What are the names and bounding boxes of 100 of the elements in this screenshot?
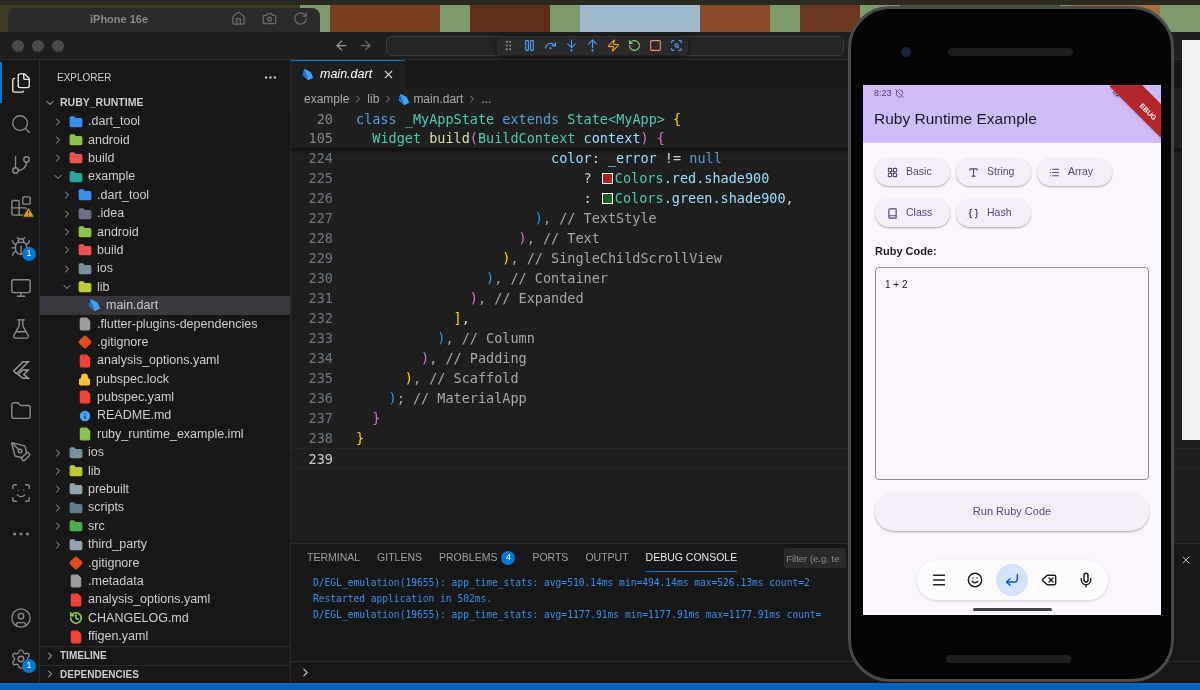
clock-text: 8:23: [874, 86, 892, 100]
tree-item[interactable]: .dart_tool: [40, 185, 290, 205]
breadcrumb[interactable]: lib: [367, 90, 380, 108]
extensions-icon[interactable]: [10, 194, 32, 217]
line-number: 225: [307, 169, 333, 188]
tree-item[interactable]: build: [40, 149, 290, 168]
settings-icon[interactable]: [10, 647, 32, 670]
tree-item[interactable]: example: [40, 167, 290, 186]
book-icon: [887, 207, 898, 219]
tree-section-header[interactable]: TIMELINE: [40, 646, 290, 665]
run-button[interactable]: Run Ruby Code: [875, 492, 1149, 531]
step-out-icon[interactable]: [586, 39, 599, 52]
tree-item[interactable]: .flutter-plugins-dependencies: [40, 314, 290, 334]
rotate-icon[interactable]: [293, 11, 308, 26]
code-token: ,: [785, 190, 794, 206]
breadcrumb[interactable]: ...: [481, 90, 492, 108]
tree-item[interactable]: build: [40, 241, 290, 260]
pen-icon[interactable]: [10, 440, 32, 463]
code-token: , // Expanded: [477, 290, 584, 306]
tree-item[interactable]: scripts: [40, 498, 290, 517]
stop-icon[interactable]: [649, 39, 662, 52]
step-over-icon[interactable]: [544, 39, 557, 52]
code-token: , // Text: [526, 230, 600, 246]
tree-item[interactable]: .gitignore: [40, 553, 290, 573]
tree-item[interactable]: android: [40, 222, 290, 242]
tree-item[interactable]: .idea: [40, 204, 290, 223]
search-icon[interactable]: [10, 112, 32, 135]
branch-icon[interactable]: [10, 153, 32, 176]
tree-item[interactable]: third_party: [40, 535, 290, 554]
tree-item[interactable]: ios: [40, 259, 290, 278]
chip-button[interactable]: Basic: [875, 158, 950, 186]
panel-tab[interactable]: TERMINAL: [307, 544, 361, 572]
tree-item[interactable]: analysis_options.yaml: [40, 590, 290, 609]
chip-button[interactable]: Class: [875, 199, 950, 227]
line-number: 232: [307, 309, 333, 328]
forward-icon[interactable]: [358, 38, 373, 53]
chip-button[interactable]: String: [956, 158, 1031, 186]
line-number: 224: [307, 149, 333, 168]
tree-item[interactable]: .metadata: [40, 572, 290, 591]
camera-icon[interactable]: [262, 11, 277, 26]
tree-item[interactable]: .gitignore: [40, 333, 290, 352]
tree-item[interactable]: main.dart: [40, 296, 290, 315]
dart-icon: [397, 92, 411, 106]
tree-item[interactable]: pubspec.lock: [40, 369, 290, 389]
command-center-field[interactable]: [386, 35, 844, 56]
tree-item[interactable]: CHANGELOG.md: [40, 608, 290, 628]
chip-button[interactable]: Hash: [956, 199, 1031, 227]
scan-face-icon[interactable]: [10, 481, 32, 504]
code-token: _MyAppState: [404, 111, 496, 127]
flask-icon[interactable]: [10, 317, 32, 340]
tree-item[interactable]: ffigen.yaml: [40, 627, 290, 646]
panel-tab[interactable]: PROBLEMS 4: [439, 544, 516, 572]
account-icon[interactable]: [10, 606, 32, 629]
code-token: , // Padding: [429, 350, 527, 366]
line-number: 235: [307, 369, 333, 388]
panel-tab[interactable]: DEBUG CONSOLE: [645, 544, 738, 572]
tree-item[interactable]: pubspec.yaml: [40, 388, 290, 407]
files-icon[interactable]: [10, 71, 32, 94]
filter-field[interactable]: Filter (e.g. te: [784, 548, 847, 568]
code-token: ) {: [640, 130, 665, 146]
pause-icon[interactable]: [523, 39, 536, 52]
code-input-field[interactable]: 1 + 2: [875, 266, 1149, 480]
folder-icon[interactable]: [10, 399, 32, 422]
inspect-icon[interactable]: [670, 39, 683, 52]
lightning-icon[interactable]: [607, 39, 620, 52]
tree-section-header[interactable]: RUBY_RUNTIME: [40, 94, 290, 113]
color-swatch[interactable]: [601, 173, 613, 184]
code-token: , // TextStyle: [542, 210, 657, 226]
back-icon[interactable]: [334, 38, 349, 53]
editor-tab[interactable]: main.dart: [291, 60, 406, 88]
home-icon[interactable]: [231, 11, 246, 26]
tree-item[interactable]: .dart_tool: [40, 112, 290, 131]
grid-icon: [887, 166, 898, 178]
code-token: , // Column: [445, 330, 535, 346]
tree-item[interactable]: prebuilt: [40, 480, 290, 499]
line-number: 20: [315, 110, 333, 129]
restart-icon[interactable]: [628, 39, 641, 52]
close-icon[interactable]: [1180, 554, 1192, 566]
bug-icon[interactable]: [10, 235, 32, 258]
tree-item[interactable]: analysis_options.yaml: [40, 351, 290, 370]
line-number: 105: [307, 129, 333, 148]
color-swatch[interactable]: [601, 193, 613, 204]
tree-item[interactable]: src: [40, 517, 290, 536]
tree-item[interactable]: lib: [40, 461, 290, 481]
breadcrumb[interactable]: example: [304, 90, 350, 108]
panel-tab[interactable]: GITLENS: [377, 544, 423, 572]
tree-item[interactable]: lib: [40, 277, 290, 297]
tree-item[interactable]: android: [40, 130, 290, 150]
breadcrumb[interactable]: main.dart: [413, 90, 464, 108]
tree-item[interactable]: README.md: [40, 406, 290, 426]
code-token: ): [501, 250, 511, 266]
panel-tab[interactable]: OUTPUT: [585, 544, 629, 572]
line-number: 228: [307, 229, 333, 248]
tree-item[interactable]: ruby_runtime_example.iml: [40, 425, 290, 444]
monitor-icon[interactable]: [10, 276, 32, 299]
chip-button[interactable]: Array: [1037, 158, 1112, 186]
tree-item[interactable]: ios: [40, 443, 290, 462]
emoji-icon: [967, 571, 984, 588]
panel-tab[interactable]: PORTS: [532, 544, 569, 572]
step-into-icon[interactable]: [565, 39, 578, 52]
